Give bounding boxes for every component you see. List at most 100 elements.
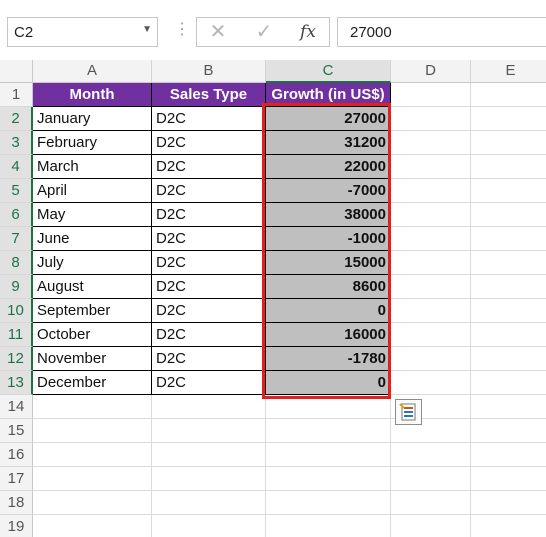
column-header-b[interactable]: B	[152, 60, 266, 83]
column-header-e[interactable]: E	[471, 60, 546, 83]
empty-cell[interactable]	[33, 491, 152, 515]
empty-cell[interactable]	[471, 275, 546, 299]
row-header-19[interactable]: 19	[0, 515, 33, 537]
row-header-1[interactable]: 1	[0, 83, 33, 107]
month-cell[interactable]: January	[33, 107, 152, 131]
sales-type-cell[interactable]: D2C	[152, 227, 266, 251]
name-box[interactable]: C2 ▼	[7, 17, 158, 47]
row-header-8[interactable]: 8	[0, 251, 33, 275]
empty-cell[interactable]	[391, 131, 471, 155]
empty-cell[interactable]	[391, 347, 471, 371]
month-cell[interactable]: August	[33, 275, 152, 299]
month-cell[interactable]: February	[33, 131, 152, 155]
empty-cell[interactable]	[391, 323, 471, 347]
table-header-sales-type[interactable]: Sales Type	[152, 83, 266, 107]
formula-input[interactable]: 27000	[337, 17, 546, 47]
empty-cell[interactable]	[391, 467, 471, 491]
row-header-9[interactable]: 9	[0, 275, 33, 299]
month-cell[interactable]: September	[33, 299, 152, 323]
cancel-x-icon[interactable]: ✕	[203, 20, 233, 44]
sales-type-cell[interactable]: D2C	[152, 107, 266, 131]
empty-cell[interactable]	[391, 227, 471, 251]
row-header-18[interactable]: 18	[0, 491, 33, 515]
empty-cell[interactable]	[266, 467, 391, 491]
column-header-a[interactable]: A	[33, 60, 152, 83]
empty-cell[interactable]	[471, 131, 546, 155]
empty-cell[interactable]	[152, 443, 266, 467]
empty-cell[interactable]	[471, 347, 546, 371]
empty-cell[interactable]	[471, 467, 546, 491]
empty-cell[interactable]	[33, 395, 152, 419]
sales-type-cell[interactable]: D2C	[152, 203, 266, 227]
row-header-5[interactable]: 5	[0, 179, 33, 203]
sales-type-cell[interactable]: D2C	[152, 155, 266, 179]
empty-cell[interactable]	[152, 419, 266, 443]
sales-type-cell[interactable]: D2C	[152, 251, 266, 275]
empty-cell[interactable]	[471, 491, 546, 515]
empty-cell[interactable]	[471, 155, 546, 179]
sales-type-cell[interactable]: D2C	[152, 179, 266, 203]
empty-cell[interactable]	[471, 299, 546, 323]
empty-cell[interactable]	[391, 491, 471, 515]
drag-handle-icon[interactable]: ⋮	[174, 22, 190, 38]
enter-check-icon[interactable]: ✓	[249, 20, 279, 44]
row-header-12[interactable]: 12	[0, 347, 33, 371]
row-header-7[interactable]: 7	[0, 227, 33, 251]
row-header-13[interactable]: 13	[0, 371, 33, 395]
empty-cell[interactable]	[391, 179, 471, 203]
empty-cell[interactable]	[33, 467, 152, 491]
empty-cell[interactable]	[471, 203, 546, 227]
empty-cell[interactable]	[266, 491, 391, 515]
empty-cell[interactable]	[471, 395, 546, 419]
empty-cell[interactable]	[152, 491, 266, 515]
empty-cell[interactable]	[471, 443, 546, 467]
empty-cell[interactable]	[391, 107, 471, 131]
select-all-corner[interactable]	[0, 60, 33, 83]
row-header-2[interactable]: 2	[0, 107, 33, 131]
empty-cell[interactable]	[152, 515, 266, 537]
empty-cell[interactable]	[266, 515, 391, 537]
sales-type-cell[interactable]: D2C	[152, 371, 266, 395]
sales-type-cell[interactable]: D2C	[152, 131, 266, 155]
row-header-4[interactable]: 4	[0, 155, 33, 179]
sales-type-cell[interactable]: D2C	[152, 299, 266, 323]
row-header-17[interactable]: 17	[0, 467, 33, 491]
empty-cell[interactable]	[471, 227, 546, 251]
month-cell[interactable]: October	[33, 323, 152, 347]
column-header-d[interactable]: D	[391, 60, 471, 83]
empty-cell[interactable]	[391, 371, 471, 395]
empty-cell[interactable]	[391, 443, 471, 467]
empty-cell[interactable]	[471, 251, 546, 275]
row-header-6[interactable]: 6	[0, 203, 33, 227]
empty-cell[interactable]	[471, 323, 546, 347]
empty-cell[interactable]	[391, 203, 471, 227]
empty-cell[interactable]	[33, 515, 152, 537]
empty-cell[interactable]	[391, 275, 471, 299]
empty-cell[interactable]	[471, 107, 546, 131]
empty-cell[interactable]	[266, 443, 391, 467]
empty-cell[interactable]	[266, 419, 391, 443]
empty-cell[interactable]	[391, 155, 471, 179]
chevron-down-icon[interactable]: ▼	[142, 24, 152, 35]
empty-cell[interactable]	[391, 515, 471, 537]
row-header-3[interactable]: 3	[0, 131, 33, 155]
empty-cell[interactable]	[33, 443, 152, 467]
table-header-month[interactable]: Month	[33, 83, 152, 107]
empty-cell[interactable]	[152, 395, 266, 419]
empty-cell[interactable]	[391, 83, 471, 107]
column-header-c[interactable]: C	[266, 60, 391, 83]
month-cell[interactable]: March	[33, 155, 152, 179]
row-header-14[interactable]: 14	[0, 395, 33, 419]
empty-cell[interactable]	[391, 251, 471, 275]
month-cell[interactable]: December	[33, 371, 152, 395]
month-cell[interactable]: May	[33, 203, 152, 227]
sales-type-cell[interactable]: D2C	[152, 323, 266, 347]
empty-cell[interactable]	[471, 179, 546, 203]
row-header-15[interactable]: 15	[0, 419, 33, 443]
empty-cell[interactable]	[471, 371, 546, 395]
month-cell[interactable]: April	[33, 179, 152, 203]
sales-type-cell[interactable]: D2C	[152, 275, 266, 299]
empty-cell[interactable]	[471, 419, 546, 443]
row-header-10[interactable]: 10	[0, 299, 33, 323]
quick-analysis-button[interactable]	[395, 399, 422, 425]
